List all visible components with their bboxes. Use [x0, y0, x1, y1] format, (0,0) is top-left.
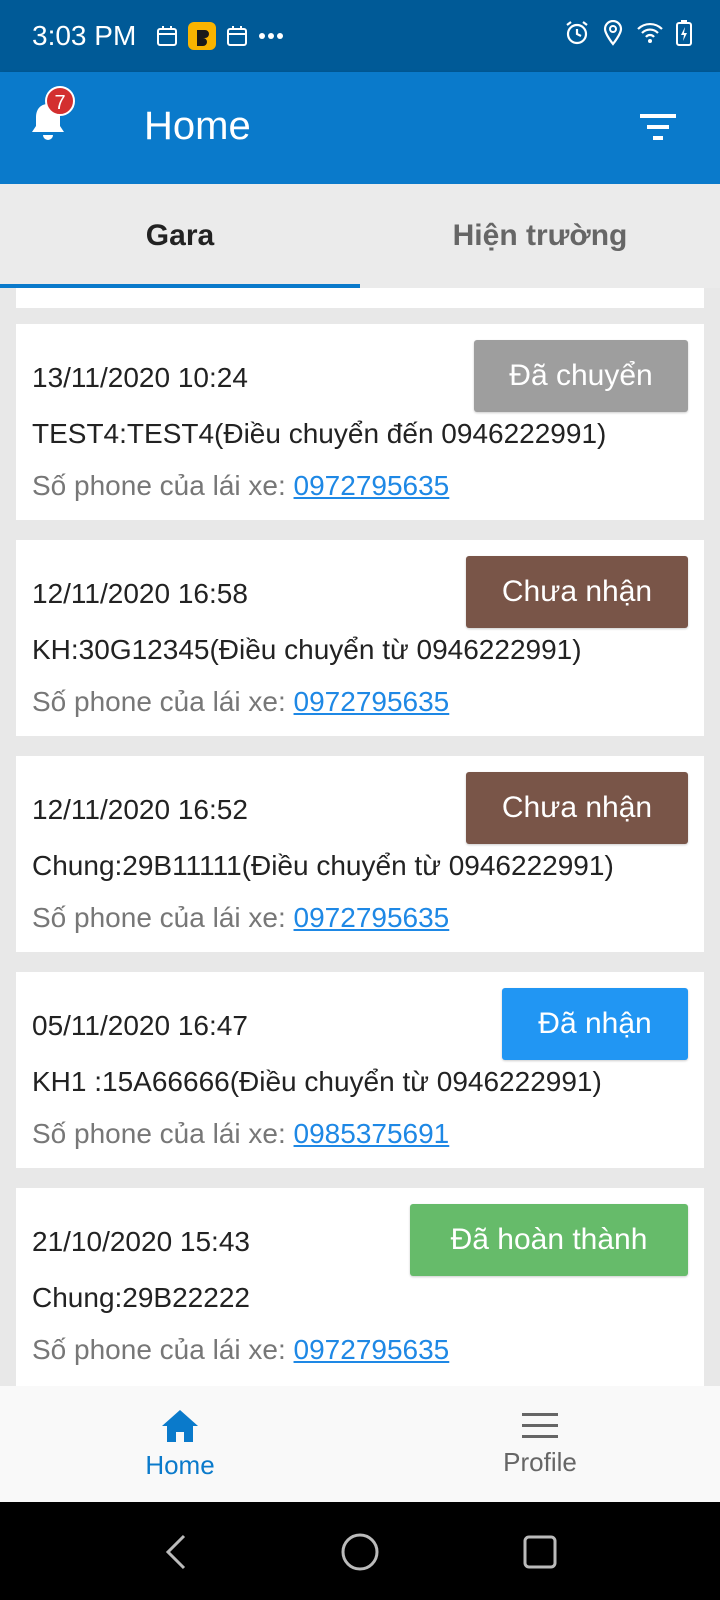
back-icon[interactable]: [156, 1530, 200, 1574]
item-date: 12/11/2020 16:52: [32, 794, 248, 825]
item-date: 13/11/2020 10:24: [32, 362, 248, 393]
status-button[interactable]: Đã hoàn thành: [410, 1204, 688, 1276]
item-title: TEST4:TEST4(Điều chuyển đến 0946222991): [32, 418, 607, 449]
item-title: Chung:29B22222: [32, 1282, 250, 1313]
driver-phone: Số phone của lái xe: 0972795635: [32, 1334, 449, 1366]
request-list[interactable]: 13/11/2020 10:24 Đã chuyển TEST4:TEST4(Đ…: [0, 288, 720, 1386]
list-item[interactable]: 21/10/2020 15:43 Đã hoàn thành Chung:29B…: [16, 1188, 704, 1386]
phone-label: Số phone của lái xe:: [32, 1118, 286, 1149]
list-item[interactable]: 12/11/2020 16:58 Chưa nhận KH:30G12345(Đ…: [16, 540, 704, 736]
nav-home[interactable]: Home: [0, 1386, 360, 1502]
item-date: 05/11/2020 16:47: [32, 1010, 248, 1041]
item-title: KH1 :15A66666(Điều chuyển từ 0946222991): [32, 1066, 602, 1097]
status-button[interactable]: Đã chuyển: [474, 340, 688, 412]
phone-link[interactable]: 0972795635: [294, 1334, 450, 1365]
list-item[interactable]: 13/11/2020 10:24 Đã chuyển TEST4:TEST4(Đ…: [16, 324, 704, 520]
notification-badge: 7: [45, 86, 75, 116]
phone-label: Số phone của lái xe:: [32, 470, 286, 501]
tab-bar: Gara Hiện trường: [0, 184, 720, 288]
phone-link[interactable]: 0972795635: [294, 902, 450, 933]
item-title: KH:30G12345(Điều chuyển từ 0946222991): [32, 634, 582, 665]
home-icon: [160, 1408, 200, 1444]
tab-gara[interactable]: Gara: [0, 184, 360, 288]
home-circle-icon[interactable]: [338, 1530, 382, 1574]
menu-icon: [521, 1411, 559, 1441]
tab-hien-truong[interactable]: Hiện trường: [360, 184, 720, 288]
filter-icon[interactable]: [638, 112, 678, 142]
calendar-icon: [226, 25, 248, 47]
wifi-icon: [636, 21, 664, 45]
list-item[interactable]: 05/11/2020 16:47 Đã nhận KH1 :15A66666(Đ…: [16, 972, 704, 1168]
page-title: Home: [144, 104, 251, 148]
phone-link[interactable]: 0985375691: [294, 1118, 450, 1149]
status-button[interactable]: Đã nhận: [502, 988, 688, 1060]
more-dots-icon: [258, 32, 284, 40]
driver-phone: Số phone của lái xe: 0972795635: [32, 902, 449, 934]
phone-label: Số phone của lái xe:: [32, 1334, 286, 1365]
list-item[interactable]: [16, 288, 704, 308]
app-bar: 7 Home: [0, 72, 720, 184]
nav-profile-label: Profile: [503, 1446, 577, 1477]
list-item[interactable]: 12/11/2020 16:52 Chưa nhận Chung:29B1111…: [16, 756, 704, 952]
driver-phone: Số phone của lái xe: 0985375691: [32, 1118, 449, 1150]
alarm-icon: [564, 20, 590, 46]
item-title: Chung:29B11111(Điều chuyển từ 0946222991…: [32, 850, 614, 881]
battery-charging-icon: [676, 20, 692, 46]
system-nav-bar: [0, 1502, 720, 1600]
item-date: 12/11/2020 16:58: [32, 578, 248, 609]
phone-link[interactable]: 0972795635: [294, 470, 450, 501]
driver-phone: Số phone của lái xe: 0972795635: [32, 686, 449, 718]
status-time: 3:03 PM: [32, 20, 137, 51]
bottom-nav: Home Profile: [0, 1386, 720, 1502]
calendar-icon: [156, 25, 178, 47]
status-button[interactable]: Chưa nhận: [466, 556, 688, 628]
nav-home-label: Home: [145, 1449, 215, 1480]
driver-phone: Số phone của lái xe: 0972795635: [32, 470, 449, 502]
phone-label: Số phone của lái xe:: [32, 902, 286, 933]
nav-profile[interactable]: Profile: [360, 1386, 720, 1502]
phone-link[interactable]: 0972795635: [294, 686, 450, 717]
app-notification-icon: [188, 22, 216, 50]
status-bar: 3:03 PM: [0, 0, 720, 72]
phone-label: Số phone của lái xe:: [32, 686, 286, 717]
location-icon: [602, 20, 624, 46]
status-button[interactable]: Chưa nhận: [466, 772, 688, 844]
item-date: 21/10/2020 15:43: [32, 1226, 250, 1257]
recents-icon[interactable]: [518, 1530, 562, 1574]
